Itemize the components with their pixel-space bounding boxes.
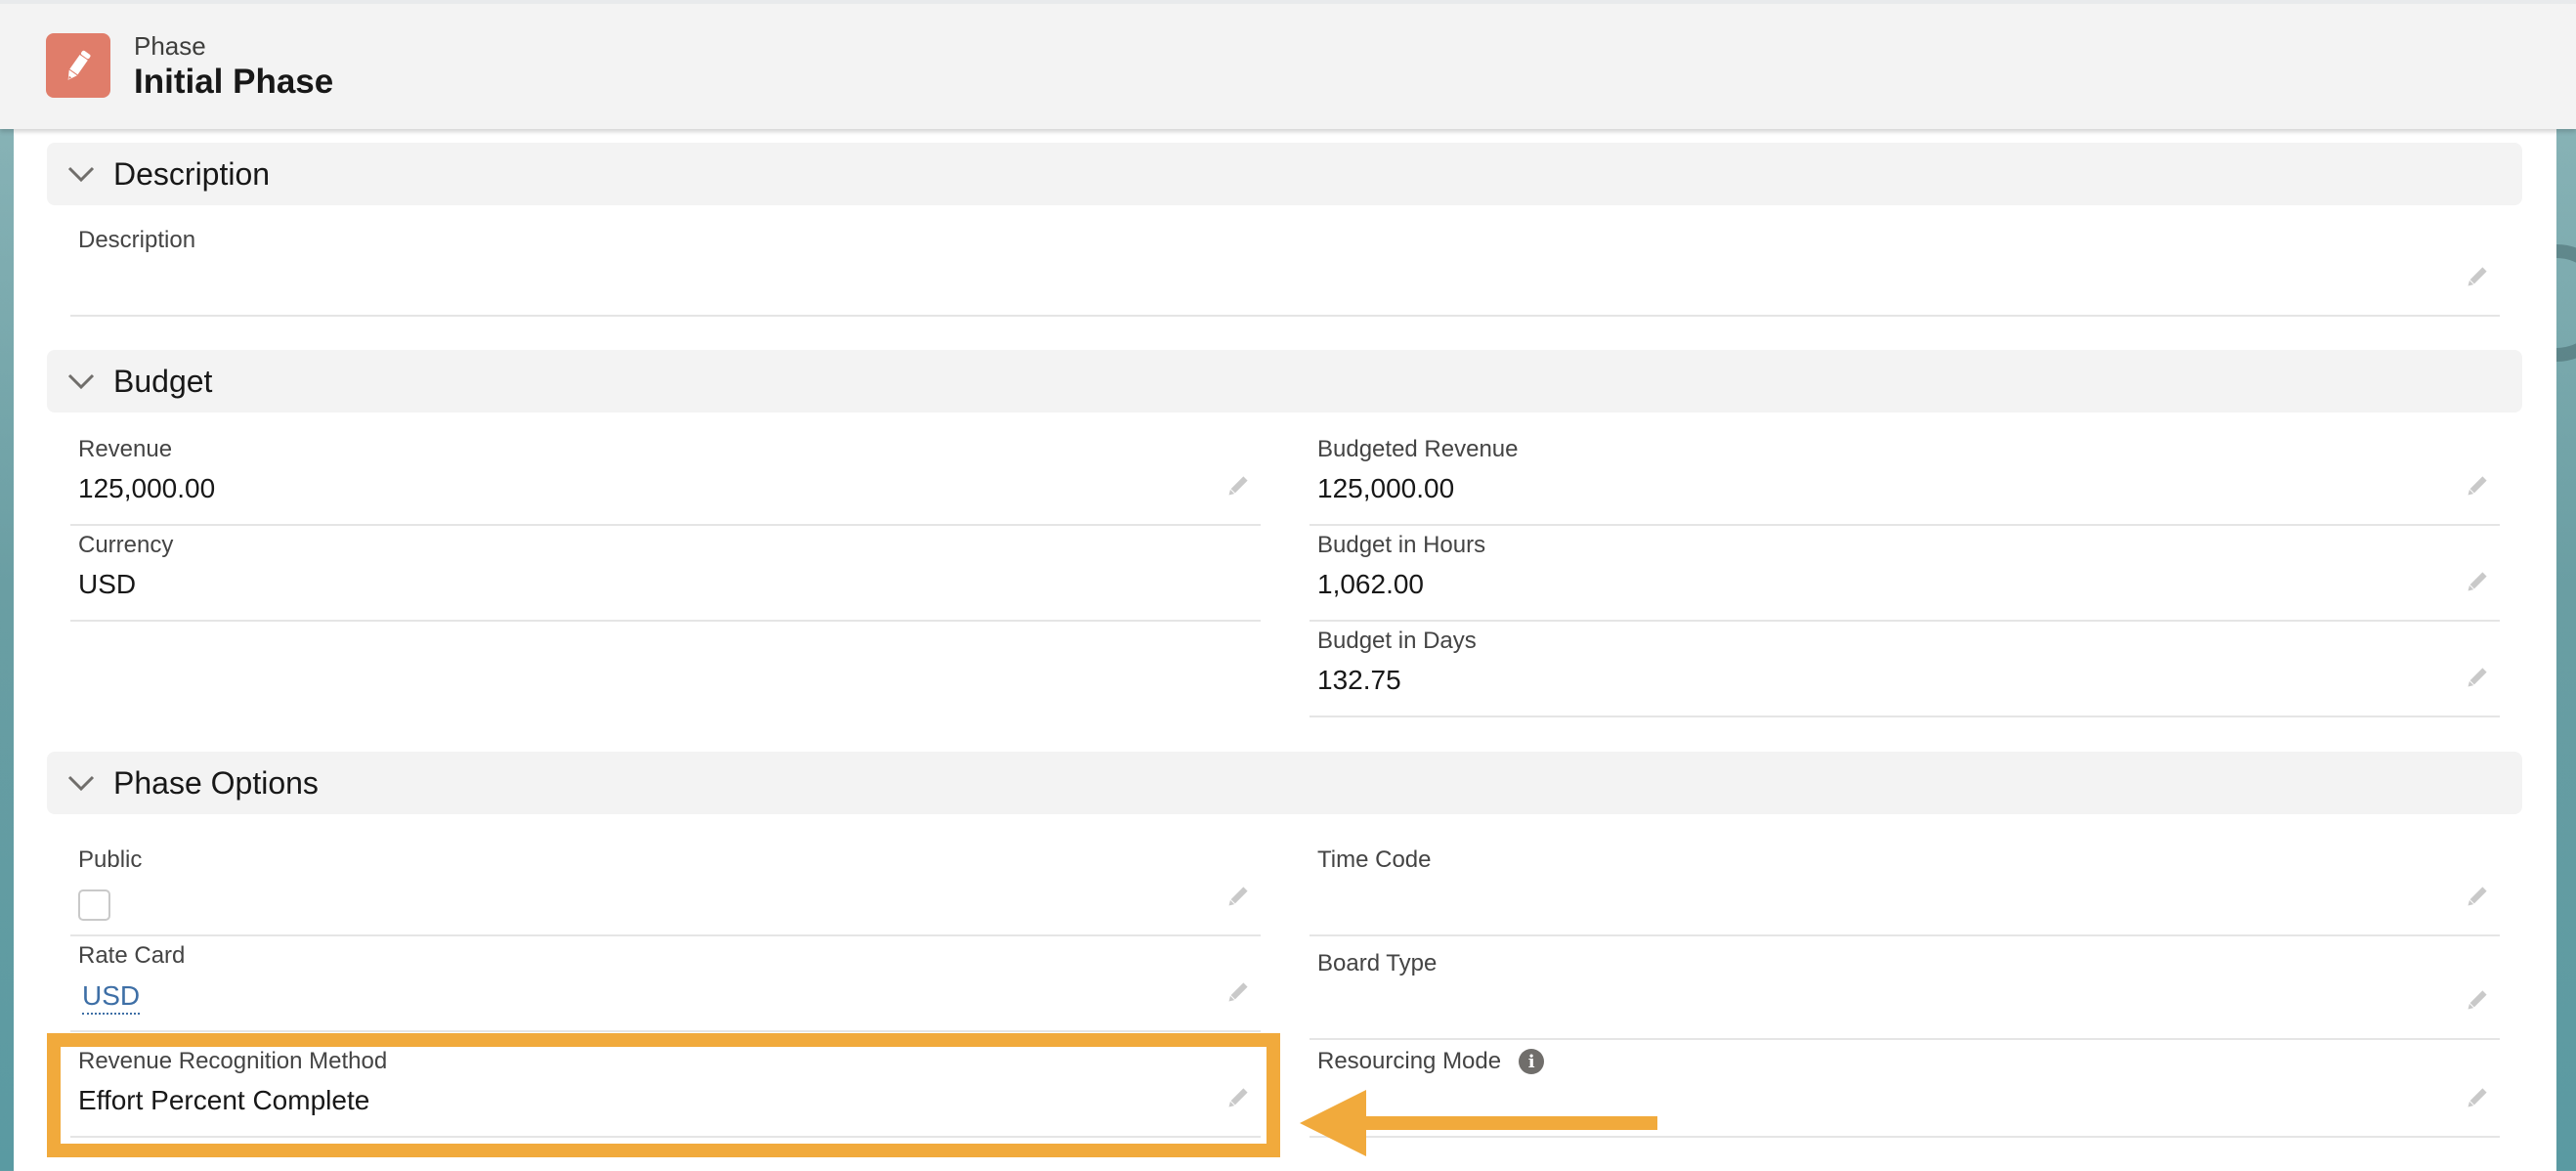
rate-card-link[interactable]: USD [82, 979, 141, 1015]
edit-pencil-icon[interactable] [2463, 1085, 2490, 1112]
chevron-down-icon [67, 373, 95, 390]
chevron-down-icon [67, 775, 95, 792]
field-label: Budgeted Revenue [1317, 436, 1519, 462]
field-label: Budget in Hours [1317, 532, 1486, 558]
edit-pencil-icon[interactable] [1224, 884, 1251, 911]
section-title: Budget [113, 363, 213, 399]
record-title: Initial Phase [134, 63, 334, 101]
field-label: Budget in Days [1317, 628, 1477, 654]
object-type-label: Phase [134, 31, 206, 61]
field-label: Revenue Recognition Method [78, 1048, 388, 1074]
edit-pencil-icon[interactable] [2463, 264, 2490, 291]
field-value: 1,062.00 [1317, 569, 1424, 599]
field-label-text: Resourcing Mode [1317, 1048, 1502, 1074]
field-label: Revenue [78, 436, 173, 462]
pencil-icon [46, 33, 110, 98]
field-revenue: Revenue 125,000.00 [70, 430, 1261, 526]
field-budget-in-days: Budget in Days 132.75 [1309, 622, 2500, 717]
public-checkbox[interactable] [78, 889, 110, 921]
edit-pencil-icon[interactable] [1224, 1085, 1251, 1112]
field-label: Rate Card [78, 942, 186, 969]
section-header-budget[interactable]: Budget [47, 350, 2522, 412]
edit-pencil-icon[interactable] [2463, 987, 2490, 1015]
section-header-description[interactable]: Description [47, 143, 2522, 205]
edit-pencil-icon[interactable] [2463, 473, 2490, 500]
field-revenue-recognition-method: Revenue Recognition Method Effort Percen… [70, 1042, 1261, 1138]
edit-pencil-icon[interactable] [1224, 979, 1251, 1007]
field-currency: Currency USD [70, 526, 1261, 622]
field-value: Effort Percent Complete [78, 1085, 370, 1115]
field-budgeted-revenue: Budgeted Revenue 125,000.00 [1309, 430, 2500, 526]
section-title: Description [113, 155, 271, 192]
record-header: Phase Initial Phase [0, 0, 2576, 129]
field-rate-card: Rate Card USD [70, 936, 1261, 1032]
field-value: 125,000.00 [1317, 473, 1455, 503]
field-value: 132.75 [1317, 665, 1401, 695]
field-board-type: Board Type [1309, 944, 2500, 1040]
field-label: Public [78, 846, 143, 873]
edit-pencil-icon[interactable] [2463, 569, 2490, 596]
field-public: Public [70, 841, 1261, 936]
field-description: Description [70, 221, 2500, 317]
field-label: Currency [78, 532, 174, 558]
section-header-phase-options[interactable]: Phase Options [47, 752, 2522, 814]
field-value: USD [78, 569, 137, 599]
info-icon[interactable]: i [1519, 1049, 1545, 1074]
chevron-down-icon [67, 166, 95, 183]
field-time-code: Time Code [1309, 841, 2500, 936]
field-value: 125,000.00 [78, 473, 216, 503]
edit-pencil-icon[interactable] [1224, 473, 1251, 500]
field-budget-in-hours: Budget in Hours 1,062.00 [1309, 526, 2500, 622]
field-label: Time Code [1317, 846, 1432, 873]
edit-pencil-icon[interactable] [2463, 884, 2490, 911]
field-label: Resourcing Mode i [1317, 1048, 1545, 1075]
edit-pencil-icon[interactable] [2463, 665, 2490, 692]
annotation-arrow-icon [1300, 1090, 1657, 1156]
field-label: Board Type [1317, 950, 1438, 976]
section-title: Phase Options [113, 764, 319, 801]
field-label: Description [78, 227, 196, 253]
